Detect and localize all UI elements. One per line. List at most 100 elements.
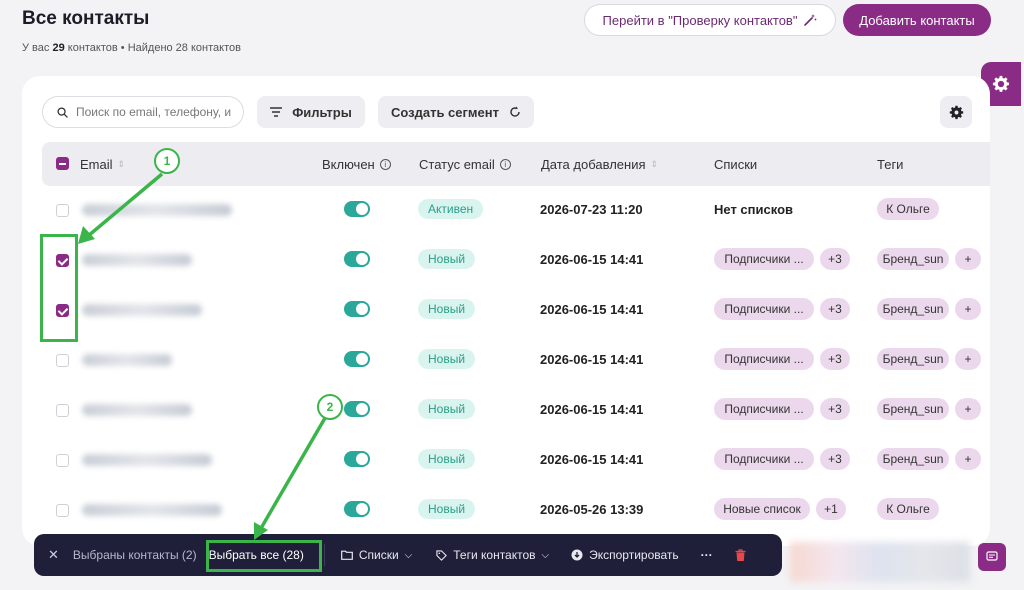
table-row[interactable]: Новый 2026-06-15 14:41 Подписчики ... +3 Бре…: [42, 386, 990, 436]
status-badge: Новый: [418, 449, 476, 469]
filter-icon: [270, 107, 283, 117]
table-row[interactable]: Активен 2026-07-23 11:20 Нет списков К Ольг…: [42, 186, 990, 236]
tag-chip[interactable]: Бренд_sun: [877, 248, 949, 270]
date-cell: 2026-05-26 13:39: [540, 502, 644, 517]
create-segment-button[interactable]: Создать сегмент: [378, 96, 534, 128]
list-chip[interactable]: Подписчики ...: [714, 348, 814, 370]
tag-chip[interactable]: Бренд_sun: [877, 398, 949, 420]
tag-icon: [436, 549, 448, 561]
tag-chip[interactable]: К Ольге: [877, 498, 939, 520]
table-row[interactable]: Новый 2026-06-15 14:41 Подписчики ... +3 Бре…: [42, 286, 990, 336]
column-enabled-label: Включен: [322, 156, 375, 172]
list-chip[interactable]: Подписчики ...: [714, 248, 814, 270]
column-date[interactable]: Дата добавления ⇕: [541, 142, 658, 186]
trash-icon[interactable]: [735, 548, 746, 562]
list-chip[interactable]: Подписчики ...: [714, 448, 814, 470]
subtitle-prefix: У вас: [22, 42, 53, 54]
list-chip[interactable]: Новые список: [714, 498, 810, 520]
column-enabled: Включен i: [322, 142, 391, 186]
list-chip[interactable]: Подписчики ...: [714, 298, 814, 320]
enabled-toggle[interactable]: [344, 201, 370, 217]
email-cell-blurred: [82, 404, 192, 416]
chevron-down-icon: ⌵: [404, 549, 413, 561]
check-contacts-button[interactable]: Перейти в "Проверку контактов": [584, 4, 836, 36]
page-title: Все контакты: [22, 8, 150, 29]
lists-label: Списки: [358, 548, 399, 562]
table-row[interactable]: Новый 2026-06-15 14:41 Подписчики ... +3 Бре…: [42, 436, 990, 486]
list-cell: Нет списков: [714, 202, 793, 217]
search-icon: [57, 106, 68, 118]
date-cell: 2026-06-15 14:41: [540, 302, 644, 317]
contacts-card: Фильтры Создать сегмент Email ⇕ Включен i …: [22, 76, 990, 546]
list-more-chip[interactable]: +1: [816, 498, 846, 520]
gear-icon: [949, 105, 963, 119]
list-more-chip[interactable]: +3: [820, 448, 850, 470]
email-cell-blurred: [82, 354, 172, 366]
row-checkbox[interactable]: [56, 454, 69, 467]
total-count: 29: [52, 42, 65, 54]
tag-more-chip[interactable]: +: [955, 298, 981, 320]
subtitle-suffix: контактов • Найдено 28 контактов: [64, 42, 241, 54]
enabled-toggle[interactable]: [344, 301, 370, 317]
chat-icon: [986, 551, 998, 561]
search-input[interactable]: [76, 105, 236, 119]
tag-chip[interactable]: Бренд_sun: [877, 348, 949, 370]
row-checkbox[interactable]: [56, 404, 69, 417]
column-email[interactable]: Email ⇕: [80, 142, 125, 186]
list-more-chip[interactable]: +3: [820, 398, 850, 420]
table-row[interactable]: Новый 2026-05-26 13:39 Новые список +1 К Оль…: [42, 486, 990, 536]
enabled-toggle[interactable]: [344, 251, 370, 267]
table-row[interactable]: Новый 2026-06-15 14:41 Подписчики ... +3 Бре…: [42, 236, 990, 286]
list-more-chip[interactable]: +3: [820, 298, 850, 320]
tag-chip[interactable]: Бренд_sun: [877, 298, 949, 320]
select-all-checkbox[interactable]: [56, 157, 69, 170]
annotation-marker-1: 1: [154, 148, 180, 174]
more-icon[interactable]: ···: [701, 548, 713, 562]
status-badge: Новый: [418, 399, 476, 419]
export-button[interactable]: Экспортировать: [571, 548, 679, 562]
table-header: Email ⇕ Включен i Статус email i Дата добав…: [42, 142, 990, 186]
column-email-label: Email: [80, 156, 113, 172]
status-badge: Активен: [418, 199, 484, 219]
status-badge: Новый: [418, 299, 476, 319]
close-icon[interactable]: ✕: [48, 547, 59, 563]
table-row[interactable]: Новый 2026-06-15 14:41 Подписчики ... +3 Бре…: [42, 336, 990, 386]
column-date-label: Дата добавления: [541, 156, 646, 172]
tags-dropdown[interactable]: Теги контактов ⌵: [436, 548, 549, 562]
annotation-marker-2: 2: [317, 394, 343, 420]
tag-chip[interactable]: Бренд_sun: [877, 448, 949, 470]
tag-more-chip[interactable]: +: [955, 448, 981, 470]
tag-chip[interactable]: К Ольге: [877, 198, 939, 220]
email-cell-blurred: [82, 204, 232, 216]
email-cell-blurred: [82, 504, 222, 516]
bulk-action-bar: ✕ Выбраны контакты (2) Выбрать все (28) …: [34, 534, 782, 576]
filters-button[interactable]: Фильтры: [257, 96, 365, 128]
enabled-toggle[interactable]: [344, 501, 370, 517]
highlight-checkboxes: [40, 234, 78, 342]
enabled-toggle[interactable]: [344, 451, 370, 467]
date-cell: 2026-06-15 14:41: [540, 452, 644, 467]
row-checkbox[interactable]: [56, 504, 69, 517]
status-badge: Новый: [418, 499, 476, 519]
check-contacts-label: Перейти в "Проверку контактов": [602, 12, 798, 28]
search-box[interactable]: [42, 96, 244, 128]
enabled-toggle[interactable]: [344, 401, 370, 417]
tag-more-chip[interactable]: +: [955, 398, 981, 420]
tags-label: Теги контактов: [453, 548, 536, 562]
enabled-toggle[interactable]: [344, 351, 370, 367]
info-icon[interactable]: i: [499, 158, 511, 170]
info-icon[interactable]: i: [379, 158, 391, 170]
list-chip[interactable]: Подписчики ...: [714, 398, 814, 420]
add-contacts-button[interactable]: Добавить контакты: [843, 4, 991, 36]
table-settings-button[interactable]: [940, 96, 972, 128]
tag-more-chip[interactable]: +: [955, 348, 981, 370]
date-cell: 2026-06-15 14:41: [540, 252, 644, 267]
list-more-chip[interactable]: +3: [820, 248, 850, 270]
tag-more-chip[interactable]: +: [955, 248, 981, 270]
chat-button[interactable]: [978, 543, 1006, 571]
list-more-chip[interactable]: +3: [820, 348, 850, 370]
row-checkbox[interactable]: [56, 354, 69, 367]
lists-dropdown[interactable]: Списки ⌵: [340, 548, 413, 562]
row-checkbox[interactable]: [56, 204, 69, 217]
date-cell: 2026-06-15 14:41: [540, 352, 644, 367]
